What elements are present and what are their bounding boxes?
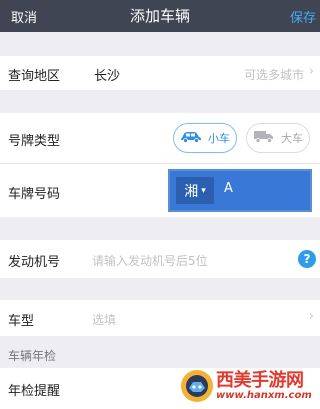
plate-type-small-car[interactable]: 小车	[173, 123, 237, 153]
save-button[interactable]: 保存	[290, 7, 316, 26]
engine-row: 发动机号 请输入发动机号后5位 ?	[0, 240, 320, 278]
plate-type-row: 号牌类型 小车 大车	[0, 113, 320, 163]
inspection-reminder-label: 年检提醒	[8, 384, 61, 399]
help-icon[interactable]: ?	[298, 250, 316, 268]
plate-type-large-car[interactable]: 大车	[246, 123, 310, 153]
watermark-url: www.hanxm.com	[216, 390, 312, 401]
model-input[interactable]: 选填	[92, 311, 116, 328]
truck-icon	[253, 130, 275, 146]
region-hint: 可选多城市	[243, 68, 304, 82]
region-row[interactable]: 查询地区 长沙 可选多城市 ›	[0, 56, 320, 90]
large-car-label: 大车	[281, 132, 303, 145]
chevron-right-icon: ›	[308, 309, 314, 324]
inspection-section-title: 车辆年检	[8, 349, 57, 363]
page-title: 添加车辆	[129, 7, 190, 25]
watermark-logo-icon	[180, 368, 214, 408]
region-value: 长沙	[94, 69, 121, 84]
caret-down-icon: ▾	[201, 185, 206, 196]
province-selector[interactable]: 湘 ▾	[176, 177, 214, 204]
model-row[interactable]: 车型 选填 ›	[0, 300, 320, 336]
plate-type-label: 号牌类型	[8, 134, 61, 149]
chevron-right-icon: ›	[308, 64, 314, 79]
watermark-text: 西美手游网	[216, 370, 304, 391]
car-icon	[180, 130, 202, 146]
plate-number-label: 车牌号码	[8, 187, 61, 202]
engine-input[interactable]: 请输入发动机号后5位	[92, 252, 208, 269]
small-car-label: 小车	[208, 132, 230, 145]
plate-number-value: A	[224, 181, 233, 196]
plate-number-input[interactable]: 湘 ▾ A	[168, 169, 312, 212]
model-label: 车型	[8, 314, 35, 329]
nav-bar: 取消 添加车辆 保存	[0, 0, 320, 32]
engine-label: 发动机号	[8, 255, 61, 270]
watermark: 西美手游网 www.hanxm.com	[180, 366, 318, 408]
province-value: 湘	[184, 183, 199, 200]
region-label: 查询地区	[8, 69, 61, 84]
